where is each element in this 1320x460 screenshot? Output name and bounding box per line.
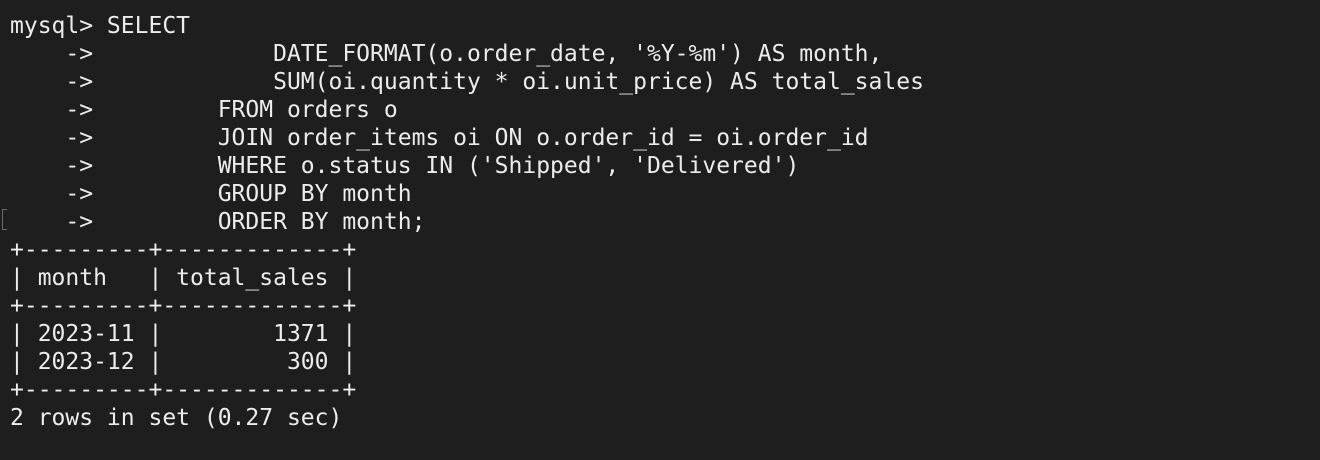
prompt-line: mysql> SELECT [10, 13, 191, 39]
result-table-row: | 2023-11 | 1371 | [10, 321, 357, 347]
terminal-window[interactable]: mysql> SELECT -> DATE_FORMAT(o.order_dat… [0, 0, 1320, 460]
query-continuation-line: -> DATE_FORMAT(o.order_date, '%Y-%m') AS… [10, 41, 883, 67]
query-continuation-line: -> JOIN order_items oi ON o.order_id = o… [10, 125, 869, 151]
result-table-border: +---------+-------------+ [10, 237, 357, 263]
result-summary: 2 rows in set (0.27 sec) [10, 405, 343, 431]
query-continuation-line: -> ORDER BY month; [10, 209, 426, 235]
result-table-header: | month | total_sales | [10, 265, 357, 291]
result-table-border: +---------+-------------+ [10, 377, 357, 403]
query-continuation-line: -> WHERE o.status IN ('Shipped', 'Delive… [10, 153, 800, 179]
result-table-row: | 2023-12 | 300 | [10, 349, 357, 375]
result-table-border: +---------+-------------+ [10, 293, 357, 319]
query-continuation-line: -> GROUP BY month [10, 181, 412, 207]
selection-bracket-marker [2, 209, 7, 230]
query-continuation-line: -> SUM(oi.quantity * oi.unit_price) AS t… [10, 69, 924, 95]
query-continuation-line: -> FROM orders o [10, 97, 398, 123]
